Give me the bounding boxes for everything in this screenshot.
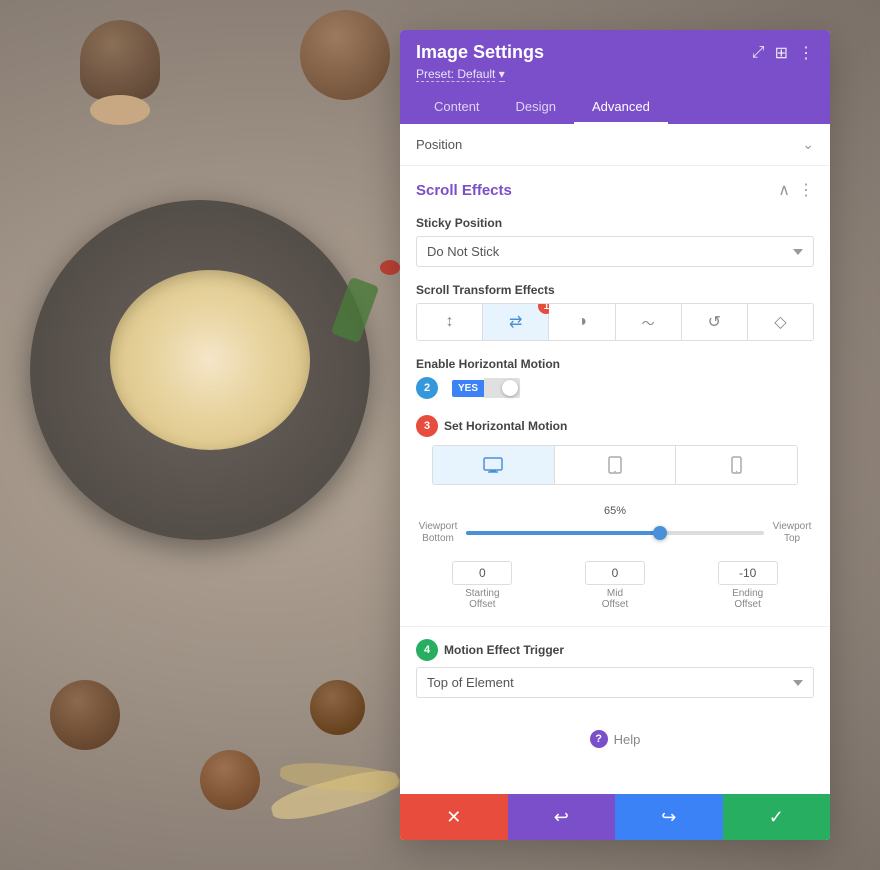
starting-offset-label: StartingOffset xyxy=(452,588,512,610)
desktop-tab[interactable] xyxy=(433,446,555,484)
horizontal-motion-btn[interactable]: ⇄ 1 xyxy=(483,304,549,340)
motion-trigger-label: Motion Effect Trigger xyxy=(444,643,564,657)
starting-offset-input[interactable] xyxy=(452,561,512,585)
slider-wrapper: ViewportBottom ViewportTop xyxy=(416,521,814,545)
settings-panel: Image Settings ⤢ ⊞ ⋮ Preset: Default ▾ C… xyxy=(400,30,830,840)
panel-footer: ✕ ↩ ↪ ✓ xyxy=(400,794,830,840)
divider xyxy=(400,626,830,627)
more-icon[interactable]: ⋮ xyxy=(798,43,814,63)
scroll-effects-header: Scroll Effects ∧ ⋮ xyxy=(400,166,830,208)
columns-icon[interactable]: ⊞ xyxy=(775,43,788,63)
device-tab-row xyxy=(432,445,798,485)
save-icon: ✓ xyxy=(769,807,784,828)
scale-icon: ◇ xyxy=(774,312,786,332)
set-horizontal-group: 3 Set Horizontal Motion xyxy=(400,407,830,501)
help-label[interactable]: Help xyxy=(614,732,641,747)
expand-icon[interactable]: ⤢ xyxy=(752,44,765,62)
toggle-yes-label: YES xyxy=(452,380,484,397)
blur-btn[interactable]: 〜 xyxy=(616,304,682,340)
rotate-btn[interactable]: ↺ xyxy=(682,304,748,340)
starting-offset-group: StartingOffset xyxy=(452,561,512,610)
panel-body: Position ⌄ Scroll Effects ∧ ⋮ Sticky Pos… xyxy=(400,124,830,794)
toggle-thumb xyxy=(502,380,518,396)
cancel-button[interactable]: ✕ xyxy=(400,794,508,840)
mid-offset-group: MidOffset xyxy=(585,561,645,610)
scroll-effects-title: Scroll Effects xyxy=(416,182,512,199)
position-label: Position xyxy=(416,137,462,152)
set-horizontal-label: Set Horizontal Motion xyxy=(444,419,567,433)
toggle-row: 2 YES xyxy=(416,377,814,399)
offset-row: StartingOffset MidOffset EndingOffset xyxy=(400,557,830,622)
vertical-motion-icon: ↕ xyxy=(446,313,454,331)
motion-trigger-select[interactable]: Top of Element Center of Element Bottom … xyxy=(416,667,814,698)
undo-icon: ↩ xyxy=(554,807,569,828)
sticky-position-select[interactable]: Do Not Stick Stick to Top Stick to Botto… xyxy=(416,236,814,267)
panel-header-icons: ⤢ ⊞ ⋮ xyxy=(752,43,814,63)
mid-offset-label: MidOffset xyxy=(585,588,645,610)
undo-button[interactable]: ↩ xyxy=(508,794,616,840)
help-icon[interactable]: ? xyxy=(590,730,608,748)
cancel-icon: ✕ xyxy=(446,807,461,828)
step-3-badge: 3 xyxy=(416,415,438,437)
tab-design[interactable]: Design xyxy=(498,91,574,124)
transform-icon-row: ↕ ⇄ 1 ◑ 〜 ↺ ◇ xyxy=(416,303,814,341)
vertical-motion-btn[interactable]: ↕ xyxy=(417,304,483,340)
tab-advanced[interactable]: Advanced xyxy=(574,91,668,124)
horizontal-motion-icon: ⇄ xyxy=(509,312,522,332)
slider-percent-label: 65% xyxy=(416,505,814,517)
viewport-bottom-label: ViewportBottom xyxy=(416,521,460,545)
panel-tabs: Content Design Advanced xyxy=(416,91,814,124)
scale-btn[interactable]: ◇ xyxy=(748,304,813,340)
redo-button[interactable]: ↪ xyxy=(615,794,723,840)
sticky-position-group: Sticky Position Do Not Stick Stick to To… xyxy=(400,208,830,275)
slider-track[interactable] xyxy=(466,531,764,535)
motion-trigger-group: 4 Motion Effect Trigger Top of Element C… xyxy=(400,631,830,714)
step-2-badge: 2 xyxy=(416,377,438,399)
preset-row: Preset: Default ▾ xyxy=(416,67,814,81)
toggle-track[interactable] xyxy=(484,378,520,398)
tab-content[interactable]: Content xyxy=(416,91,498,124)
slider-fill xyxy=(466,531,660,535)
slider-thumb[interactable] xyxy=(653,526,667,540)
tablet-tab[interactable] xyxy=(555,446,677,484)
fade-btn[interactable]: ◑ xyxy=(549,304,615,340)
preset-label[interactable]: Preset: Default xyxy=(416,67,495,82)
ending-offset-group: EndingOffset xyxy=(718,561,778,610)
collapse-icon[interactable]: ∧ xyxy=(778,180,790,200)
redo-icon: ↪ xyxy=(661,807,676,828)
scroll-more-icon[interactable]: ⋮ xyxy=(798,180,814,200)
rotate-icon: ↺ xyxy=(708,312,721,332)
step-4-badge: 4 xyxy=(416,639,438,661)
preset-chevron[interactable]: ▾ xyxy=(499,67,505,82)
ending-offset-input[interactable] xyxy=(718,561,778,585)
help-row: ? Help xyxy=(400,714,830,764)
blur-icon: 〜 xyxy=(642,313,655,332)
mid-offset-input[interactable] xyxy=(585,561,645,585)
transform-effects-group: Scroll Transform Effects ↕ ⇄ 1 ◑ 〜 ↺ xyxy=(400,275,830,349)
save-button[interactable]: ✓ xyxy=(723,794,831,840)
position-chevron: ⌄ xyxy=(802,136,814,153)
viewport-top-label: ViewportTop xyxy=(770,521,814,545)
ending-offset-label: EndingOffset xyxy=(718,588,778,610)
sticky-position-label: Sticky Position xyxy=(416,216,814,230)
trigger-label-row: 4 Motion Effect Trigger xyxy=(416,639,814,661)
panel-title: Image Settings xyxy=(416,42,544,63)
slider-area: 65% ViewportBottom ViewportTop xyxy=(400,501,830,557)
enable-horizontal-label: Enable Horizontal Motion xyxy=(416,357,814,371)
mobile-tab[interactable] xyxy=(676,446,797,484)
transform-effects-label: Scroll Transform Effects xyxy=(416,283,814,297)
position-section[interactable]: Position ⌄ xyxy=(400,124,830,166)
fade-icon: ◑ xyxy=(577,313,587,331)
panel-header: Image Settings ⤢ ⊞ ⋮ Preset: Default ▾ C… xyxy=(400,30,830,124)
horizontal-toggle[interactable]: YES xyxy=(452,378,520,398)
enable-horizontal-group: Enable Horizontal Motion 2 YES xyxy=(400,349,830,407)
scroll-header-icons: ∧ ⋮ xyxy=(778,180,814,200)
